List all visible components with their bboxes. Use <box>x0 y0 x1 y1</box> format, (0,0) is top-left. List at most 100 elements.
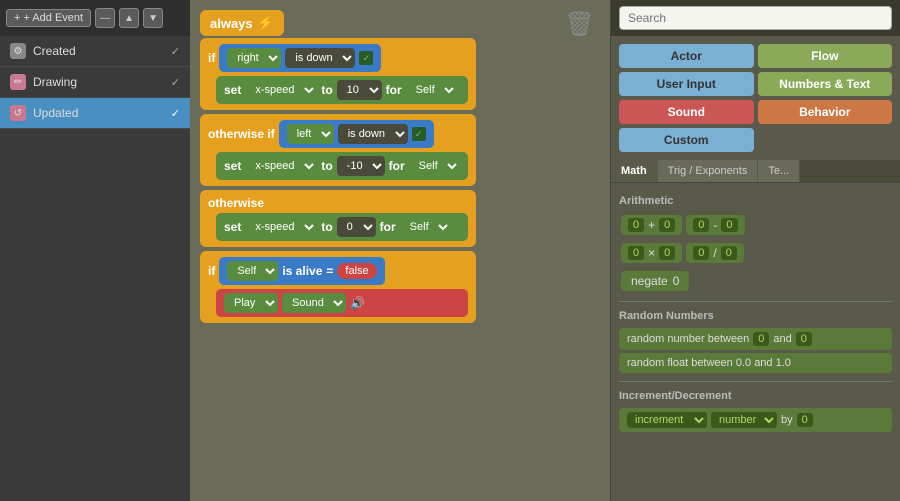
val-neg10-dropdown[interactable]: -10 <box>337 156 385 176</box>
increment-action-dropdown[interactable]: increment decrement <box>627 412 707 428</box>
drawing-icon: ✏ <box>10 74 26 90</box>
check-small2: ✓ <box>412 127 426 141</box>
plus-icon: + <box>14 12 20 24</box>
cat-flow-button[interactable]: Flow <box>758 44 893 68</box>
for-label2: for <box>389 159 405 173</box>
negate-block[interactable]: negate 0 <box>621 271 689 291</box>
sidebar-item-created[interactable]: ⚙ Created ✓ <box>0 36 190 67</box>
add-event-label: + Add Event <box>23 12 83 24</box>
condition-left: left is down ✓ <box>279 120 434 148</box>
increment-val: 0 <box>797 413 813 427</box>
trash-icon[interactable]: 🗑 <box>565 10 595 39</box>
right-panel: Actor Flow User Input Numbers & Text Sou… <box>610 0 900 501</box>
to-label: to <box>321 83 332 97</box>
set-label2: set <box>224 159 241 173</box>
equals-label: = <box>326 264 333 278</box>
if-label2: if <box>208 264 215 278</box>
otherwise-if-left-container: otherwise if left is down ✓ set x-speed … <box>200 114 476 186</box>
sound-dropdown[interactable]: Sound <box>282 293 346 313</box>
random-title: Random Numbers <box>619 310 892 322</box>
false-badge: false <box>337 263 376 279</box>
by-label: by <box>781 414 793 426</box>
sidebar-item-drawing[interactable]: ✏ Drawing ✓ <box>0 67 190 98</box>
cat-numbers-button[interactable]: Numbers & Text <box>758 72 893 96</box>
tab-math[interactable]: Math <box>611 160 658 182</box>
check-small: ✓ <box>359 51 373 65</box>
for-label3: for <box>380 220 396 234</box>
self-dropdown[interactable]: Self <box>406 80 457 100</box>
increment-field-dropdown[interactable]: number <box>711 412 777 428</box>
divider1 <box>619 301 892 302</box>
blocks-panel: Arithmetic 0 + 0 0 - 0 0 × 0 0 / 0 <box>611 183 900 501</box>
increment-title: Increment/Decrement <box>619 390 892 402</box>
sidebar-item-updated[interactable]: ↺ Updated ✓ <box>0 98 190 129</box>
search-input[interactable] <box>619 6 892 30</box>
arithmetic-row1: 0 + 0 0 - 0 <box>619 213 892 237</box>
for-label: for <box>386 83 402 97</box>
multiply-block[interactable]: 0 × 0 <box>621 243 682 263</box>
if-alive-container: if Self is alive = false Play Sound 🔊 <box>200 251 476 323</box>
left-dropdown[interactable]: left <box>287 124 334 144</box>
self-dropdown2[interactable]: Self <box>409 156 460 176</box>
collapse-up-button[interactable]: ▲ <box>119 8 139 28</box>
tab-trig[interactable]: Trig / Exponents <box>658 160 759 182</box>
minimize-button[interactable]: — <box>95 8 115 28</box>
sidebar-item-label: Created <box>33 44 76 58</box>
cat-sound-button[interactable]: Sound <box>619 100 754 124</box>
xspeed-dropdown[interactable]: x-speed <box>245 80 317 100</box>
is-down-dropdown2[interactable]: is down <box>338 124 408 144</box>
sidebar-top-bar: + + Add Event — ▲ ▼ <box>0 0 190 36</box>
add-block[interactable]: 0 + 0 <box>621 215 682 235</box>
cat-behavior-button[interactable]: Behavior <box>758 100 893 124</box>
xspeed-dropdown3[interactable]: x-speed <box>245 217 317 237</box>
otherwise-container: otherwise set x-speed to 0 for Self <box>200 190 476 247</box>
updated-icon: ↺ <box>10 105 26 121</box>
always-block[interactable]: always ⚡ <box>200 10 284 36</box>
created-icon: ⚙ <box>10 43 26 59</box>
arithmetic-row2: 0 × 0 0 / 0 <box>619 241 892 265</box>
random-number-block[interactable]: random number between 0 and 0 <box>619 328 892 350</box>
blocks-area: always ⚡ if right is down ✓ set <box>200 10 476 327</box>
subtract-block[interactable]: 0 - 0 <box>686 215 744 235</box>
set-xspeed-10: set x-speed to 10 for Self <box>216 76 468 104</box>
cat-user-input-button[interactable]: User Input <box>619 72 754 96</box>
self-alive-dropdown[interactable]: Self <box>227 261 278 281</box>
set-label3: set <box>224 220 241 234</box>
speaker-icon: 🔊 <box>350 296 365 310</box>
self-dropdown3[interactable]: Self <box>400 217 451 237</box>
tabs-row: Math Trig / Exponents Te... <box>611 160 900 183</box>
always-label: always <box>210 16 253 31</box>
category-grid: Actor Flow User Input Numbers & Text Sou… <box>611 36 900 160</box>
divider2 <box>619 381 892 382</box>
if-alive-row: if Self is alive = false <box>208 257 468 285</box>
check-icon: ✓ <box>171 45 180 58</box>
val0-dropdown[interactable]: 0 <box>337 217 376 237</box>
if-right-row: if right is down ✓ <box>208 44 468 72</box>
tab-text[interactable]: Te... <box>758 160 800 182</box>
play-dropdown[interactable]: Play <box>224 293 278 313</box>
right-dropdown[interactable]: right <box>227 48 281 68</box>
is-down-dropdown[interactable]: is down <box>285 48 355 68</box>
divide-block[interactable]: 0 / 0 <box>686 243 744 263</box>
play-sound-block: Play Sound 🔊 <box>216 289 468 317</box>
collapse-down-button[interactable]: ▼ <box>143 8 163 28</box>
negate-label: negate <box>631 274 668 288</box>
cat-custom-button[interactable]: Custom <box>619 128 754 152</box>
check-icon: ✓ <box>171 107 180 120</box>
set-xspeed-neg10: set x-speed to -10 for Self <box>216 152 468 180</box>
add-event-button[interactable]: + + Add Event <box>6 9 91 27</box>
cat-actor-button[interactable]: Actor <box>619 44 754 68</box>
condition-right: right is down ✓ <box>219 44 381 72</box>
check-icon: ✓ <box>171 76 180 89</box>
if-right-container: if right is down ✓ set x-speed to <box>200 38 476 110</box>
otherwise-if-label: otherwise if <box>208 127 275 141</box>
search-bar <box>611 0 900 36</box>
otherwise-label: otherwise <box>208 196 468 210</box>
xspeed-dropdown2[interactable]: x-speed <box>245 156 317 176</box>
condition-alive: Self is alive = false <box>219 257 384 285</box>
random-float-block[interactable]: random float between 0.0 and 1.0 <box>619 353 892 373</box>
negate-val: 0 <box>673 274 680 288</box>
val10-dropdown[interactable]: 10 <box>337 80 382 100</box>
increment-block[interactable]: increment decrement number by 0 <box>619 408 892 432</box>
set-label: set <box>224 83 241 97</box>
